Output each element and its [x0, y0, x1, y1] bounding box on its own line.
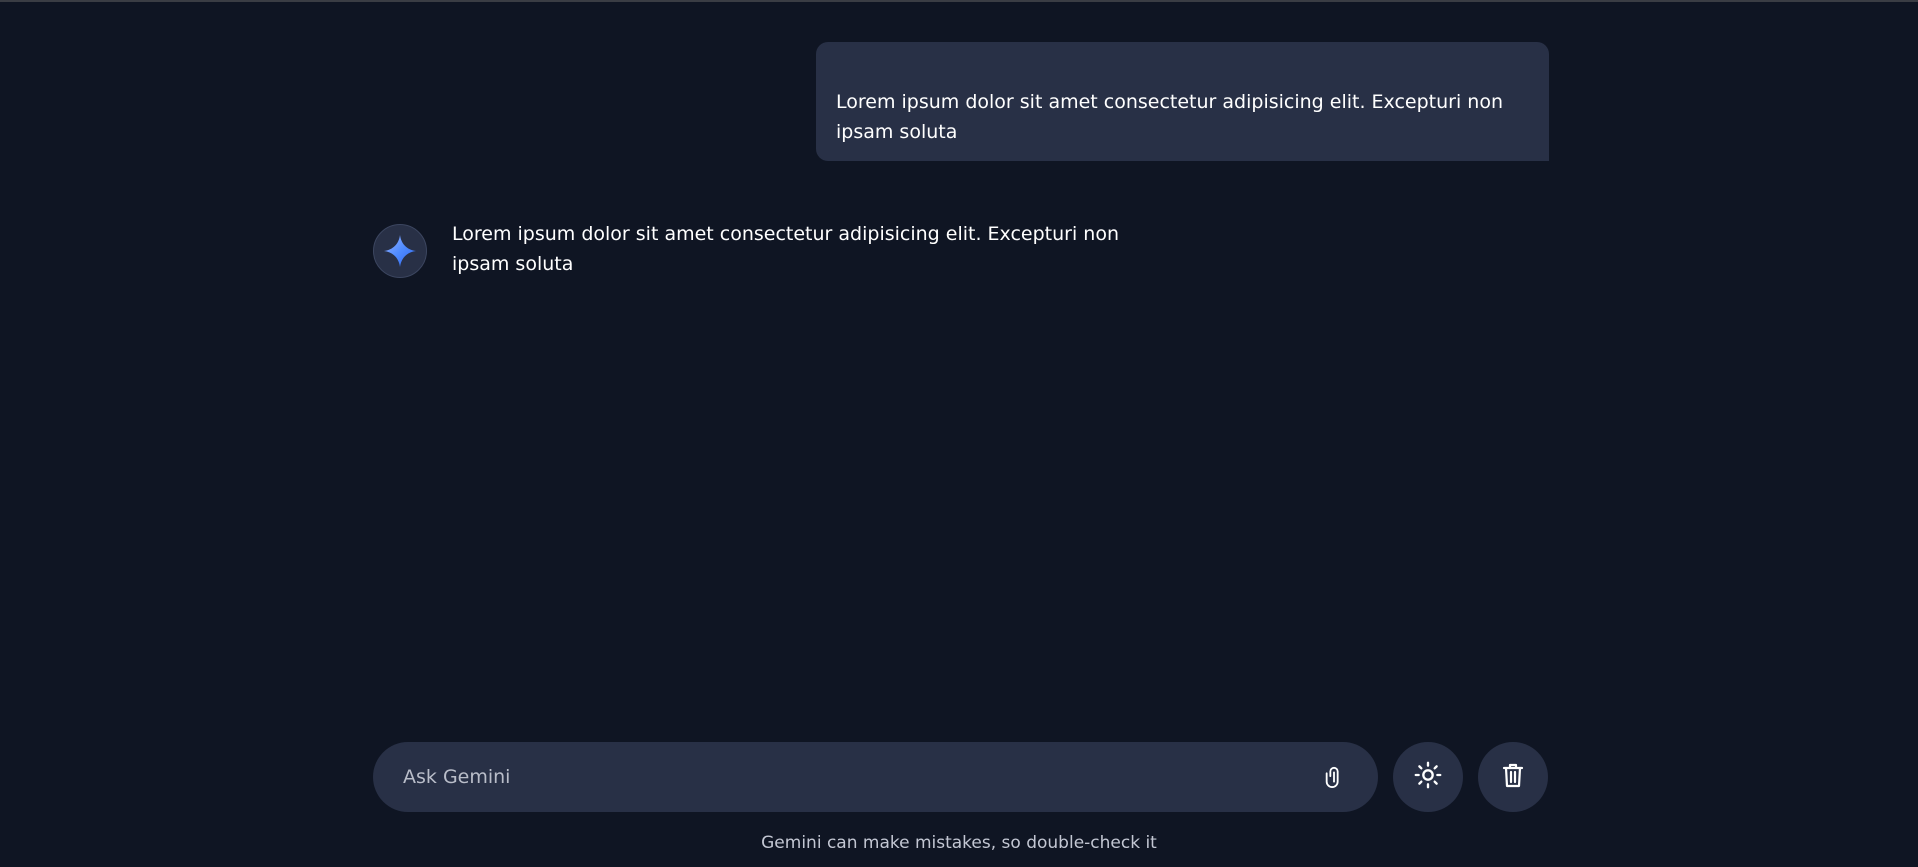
trash-icon — [1501, 762, 1525, 792]
theme-toggle-button[interactable] — [1393, 742, 1463, 812]
user-message-text: Lorem ipsum dolor sit amet consectetur a… — [836, 91, 1503, 143]
gemini-sparkle-icon — [373, 224, 427, 278]
paperclip-icon[interactable] — [1320, 763, 1348, 791]
chat-list: Lorem ipsum dolor sit amet consectetur a… — [373, 42, 1549, 722]
bot-message: Lorem ipsum dolor sit amet consectetur a… — [373, 223, 1173, 279]
window-top-border — [0, 0, 1918, 2]
composer — [373, 742, 1549, 812]
prompt-input[interactable] — [403, 766, 1320, 788]
user-message-bubble: Lorem ipsum dolor sit amet consectetur a… — [816, 42, 1549, 161]
disclaimer-text: Gemini can make mistakes, so double-chec… — [761, 833, 1157, 853]
bot-message-text: Lorem ipsum dolor sit amet consectetur a… — [452, 223, 1119, 275]
prompt-input-container[interactable] — [373, 742, 1378, 812]
sun-icon — [1414, 761, 1442, 793]
delete-chat-button[interactable] — [1478, 742, 1548, 812]
